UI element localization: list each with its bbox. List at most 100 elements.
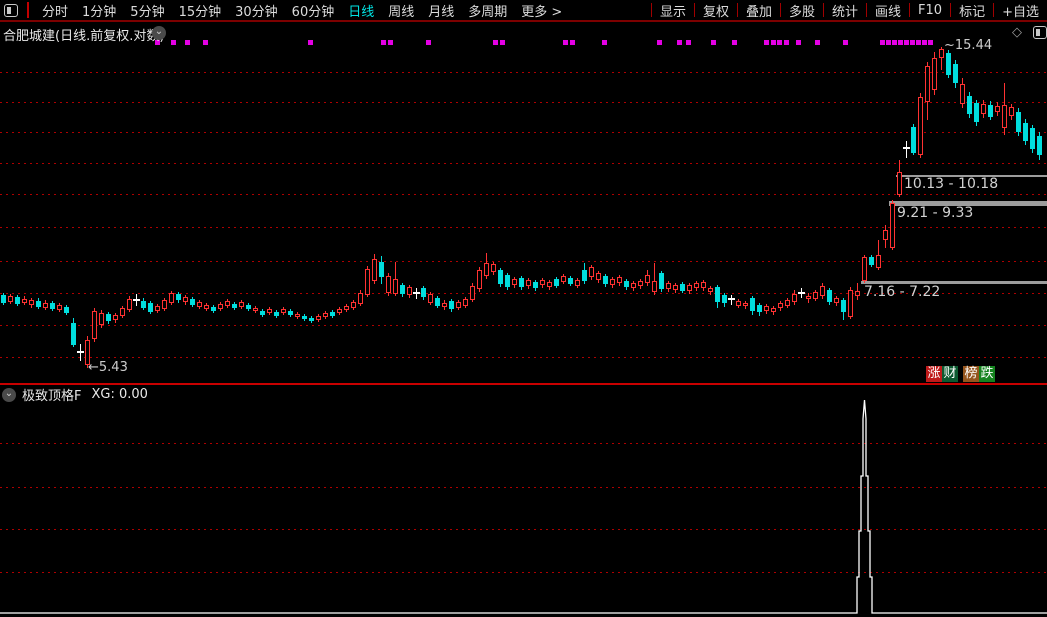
candle-body <box>351 302 356 308</box>
badge-涨[interactable]: 涨 <box>926 366 942 382</box>
candle-body <box>442 303 447 307</box>
menu-item-分时[interactable]: 分时 <box>35 5 75 20</box>
menu-item-日线[interactable]: 日线 <box>341 5 381 20</box>
candle-body <box>428 294 433 303</box>
candle-body <box>785 300 790 306</box>
candle-body <box>141 301 146 308</box>
candle-body <box>183 297 188 302</box>
candle-body <box>652 281 657 292</box>
gridline <box>0 132 1047 133</box>
menu-item-叠加[interactable]: 叠加 <box>738 1 780 20</box>
candle-body <box>820 286 825 296</box>
badge-榜[interactable]: 榜 <box>963 366 979 382</box>
menu-item-多周期[interactable]: 多周期 <box>461 5 514 20</box>
menu-item-月线[interactable]: 月线 <box>421 5 461 20</box>
candle-body <box>974 103 979 122</box>
diamond-icon[interactable]: ◇ <box>1012 25 1022 40</box>
badge-财[interactable]: 财 <box>942 366 958 382</box>
sidebar-toggle-icon[interactable] <box>4 4 18 17</box>
candle-body <box>22 299 27 303</box>
candle-body <box>694 283 699 288</box>
candle-body <box>407 287 412 295</box>
chevron-down-icon[interactable]: ⌄ <box>2 388 16 402</box>
candle-body <box>57 305 62 310</box>
candle-body <box>113 315 118 320</box>
menu-item-+自选[interactable]: +自选 <box>994 1 1047 20</box>
menu-item-1分钟[interactable]: 1分钟 <box>75 5 123 20</box>
menu-item-周线[interactable]: 周线 <box>381 5 421 20</box>
menu-item-5分钟[interactable]: 5分钟 <box>123 5 171 20</box>
candle-body <box>533 282 538 288</box>
menu-item-多股[interactable]: 多股 <box>781 1 823 20</box>
candle-body <box>162 300 167 309</box>
menu-item-F10[interactable]: F10 <box>910 3 950 18</box>
candle-body <box>757 305 762 312</box>
candle-body <box>610 279 615 285</box>
candle-body <box>918 97 923 155</box>
candle-body <box>92 311 97 339</box>
candle-body <box>239 302 244 307</box>
candle-body <box>498 270 503 284</box>
candle-body <box>624 281 629 287</box>
candle-wick <box>731 295 732 305</box>
candle-body <box>736 301 741 306</box>
candle-body <box>64 307 69 313</box>
candle-body <box>190 299 195 305</box>
candle-body <box>995 106 1000 112</box>
indicator-spike-plot[interactable] <box>0 384 1047 617</box>
candle-body <box>603 276 608 284</box>
candle-doji <box>903 147 910 149</box>
candle-body <box>771 308 776 312</box>
candle-body <box>288 311 293 315</box>
menu-item-显示[interactable]: 显示 <box>652 1 694 20</box>
candle-body <box>470 286 475 300</box>
candle-body <box>225 301 230 306</box>
candle-body <box>274 312 279 316</box>
candle-body <box>393 279 398 294</box>
candle-body <box>344 306 349 310</box>
candle-body <box>99 313 104 325</box>
candle-body <box>596 273 601 280</box>
candle-doji <box>133 299 140 301</box>
candle-body <box>519 278 524 287</box>
candle-body <box>750 298 755 311</box>
candle-body <box>197 302 202 307</box>
layout-panel-icon[interactable] <box>1033 26 1047 39</box>
candle-body <box>379 262 384 277</box>
menu-item-画线[interactable]: 画线 <box>867 1 909 20</box>
menu-item-标记[interactable]: 标记 <box>951 1 993 20</box>
candle-body <box>477 270 482 289</box>
candle-body <box>680 284 685 291</box>
gridline <box>0 102 1047 103</box>
menu-item-复权[interactable]: 复权 <box>695 1 737 20</box>
candle-body <box>309 318 314 321</box>
candle-body <box>218 304 223 309</box>
candle-body <box>792 294 797 302</box>
candle-body <box>50 303 55 309</box>
menu-item-统计[interactable]: 统计 <box>824 1 866 20</box>
top-menu-bar: 分时1分钟5分钟15分钟30分钟60分钟日线周线月线多周期更多 > 显示复权叠加… <box>0 0 1047 22</box>
menu-item-更多 >[interactable]: 更多 > <box>514 5 569 20</box>
candle-body <box>589 267 594 277</box>
chevron-down-icon[interactable]: ⌄ <box>152 26 166 40</box>
candle-body <box>253 308 258 311</box>
menu-item-60分钟[interactable]: 60分钟 <box>285 5 342 20</box>
gridline <box>0 72 1047 73</box>
candle-body <box>421 288 426 297</box>
indicator-name: 极致顶格F <box>22 385 81 404</box>
gridline <box>0 194 1047 195</box>
badge-跌[interactable]: 跌 <box>979 366 995 382</box>
menu-item-15分钟[interactable]: 15分钟 <box>172 5 229 20</box>
candle-body <box>484 263 489 276</box>
candle-body <box>764 306 769 311</box>
candle-body <box>1023 123 1028 141</box>
menu-item-30分钟[interactable]: 30分钟 <box>228 5 285 20</box>
candle-body <box>169 293 174 303</box>
candle-body <box>29 300 34 305</box>
candle-body <box>638 281 643 286</box>
candle-body <box>715 287 720 302</box>
candle-body <box>911 127 916 153</box>
candle-body <box>295 314 300 317</box>
candle-body <box>778 303 783 308</box>
candle-doji <box>413 292 420 294</box>
